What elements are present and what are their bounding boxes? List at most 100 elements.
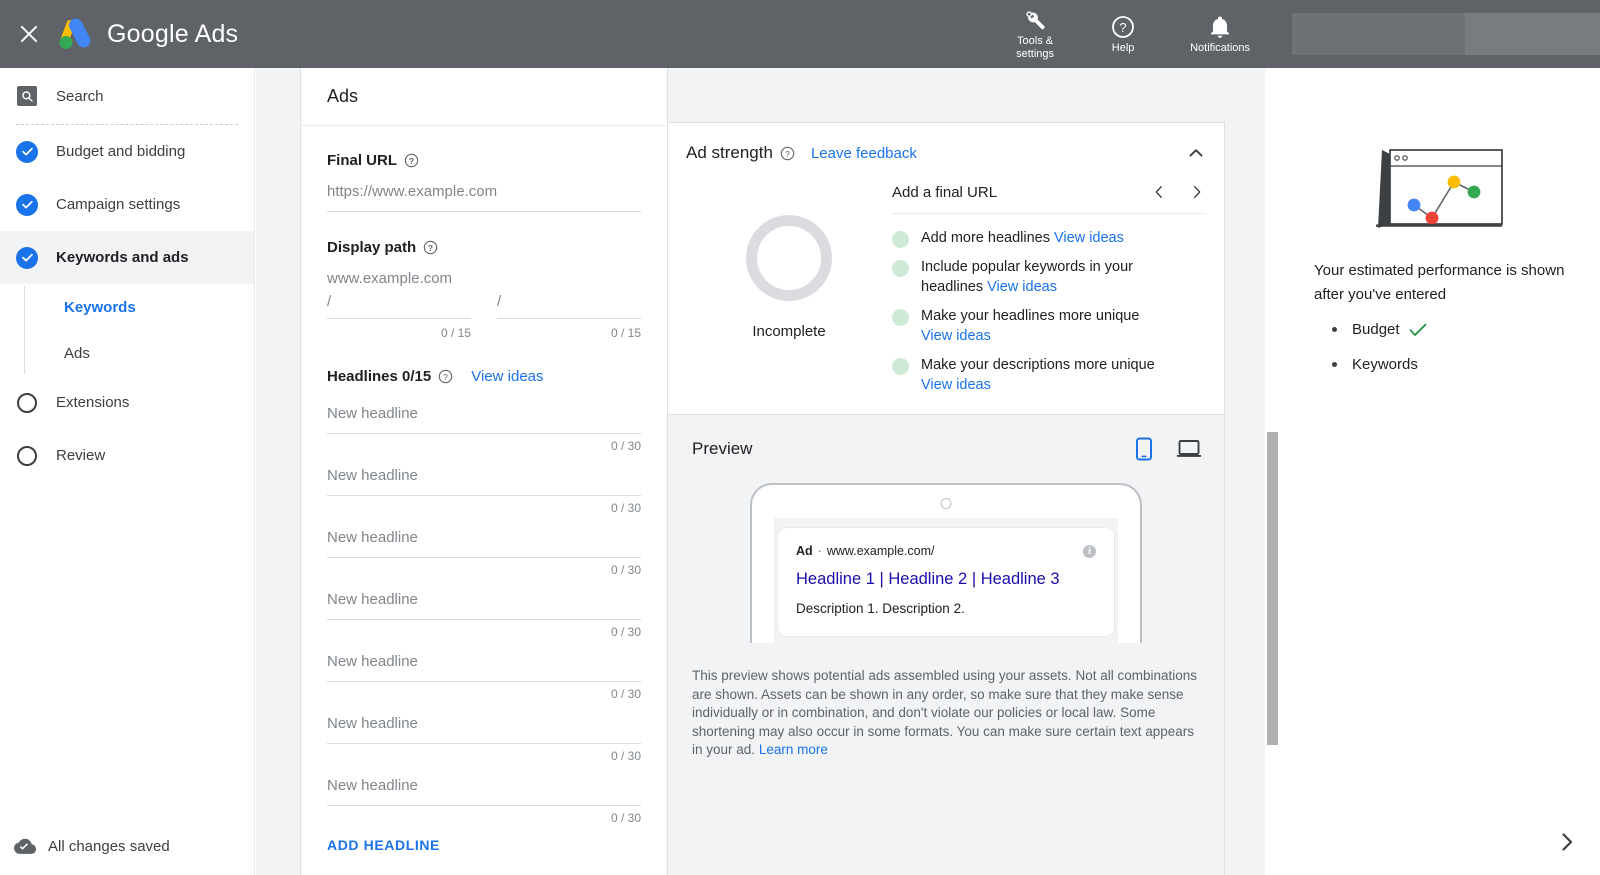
headline-row: New headline 0 / 30 xyxy=(327,391,641,453)
display-path-counter-2: 0 / 15 xyxy=(610,326,641,340)
sidebar-item-campaign-settings[interactable]: Campaign settings xyxy=(0,178,254,231)
svg-text:?: ? xyxy=(785,148,790,158)
close-icon[interactable] xyxy=(16,21,42,47)
sidebar-item-search[interactable]: Search xyxy=(0,68,254,124)
sidebar-item-review[interactable]: Review xyxy=(0,429,254,482)
ads-card-title: Ads xyxy=(301,68,667,126)
help-circle-icon[interactable]: ? xyxy=(438,369,453,384)
slash-label: / xyxy=(497,293,502,310)
suggestion-view-ideas-link[interactable]: View ideas xyxy=(1054,230,1124,246)
suggestion-text: Make your headlines more unique View ide… xyxy=(921,308,1140,344)
headline-row: New headline 0 / 30 xyxy=(327,701,641,763)
notifications-button[interactable]: Notifications xyxy=(1182,14,1258,55)
headline-input[interactable]: New headline xyxy=(327,639,641,682)
list-item: Budget xyxy=(1332,321,1600,338)
chevron-right-icon[interactable] xyxy=(1188,183,1206,201)
help-circle-icon[interactable]: ? xyxy=(423,240,438,255)
check-circle-icon xyxy=(16,246,38,269)
sidebar-item-keywords-and-ads[interactable]: Keywords and ads xyxy=(0,231,254,284)
ad-strength-nav-arrows xyxy=(1150,183,1206,201)
learn-more-link[interactable]: Learn more xyxy=(759,742,828,757)
sidebar-item-extensions[interactable]: Extensions xyxy=(0,376,254,429)
suggestion-text: Include popular keywords in your headlin… xyxy=(921,259,1133,295)
save-status-label: All changes saved xyxy=(48,837,170,855)
sidebar-subitem-label: Ads xyxy=(64,344,90,362)
help-icon: ? xyxy=(1111,14,1135,40)
add-headline-button[interactable]: ADD HEADLINE xyxy=(327,825,641,853)
display-path-input-2[interactable]: / xyxy=(497,289,641,319)
display-path-cell-2: / 0 / 15 xyxy=(497,289,641,340)
suggestion-view-ideas-link[interactable]: View ideas xyxy=(987,279,1057,295)
sidebar-subitem-ads[interactable]: Ads xyxy=(24,330,254,376)
phone-screen: Ad · www.example.com/ i Headline 1 | Hea… xyxy=(774,518,1118,643)
check-circle-icon xyxy=(16,140,38,163)
headline-counter: 0 / 30 xyxy=(610,749,641,763)
slash-label: / xyxy=(327,293,332,310)
ad-strength-ring xyxy=(746,215,832,301)
headline-list: New headline 0 / 30 New headline 0 / 30 New … xyxy=(327,391,641,825)
preview-header: Preview xyxy=(668,415,1224,461)
chart-easel-illustration xyxy=(1376,149,1503,228)
help-circle-icon[interactable]: ? xyxy=(780,146,795,161)
display-path-block: Display path ? www.example.com / 0 / 15 … xyxy=(327,239,641,340)
scrollbar-thumb[interactable] xyxy=(1267,432,1278,745)
headline-counter: 0 / 30 xyxy=(610,501,641,515)
display-path-label: Display path ? xyxy=(327,239,641,256)
display-path-counter-1: 0 / 15 xyxy=(440,326,471,340)
main-content: Ads Final URL ? https://www.example.com … xyxy=(256,68,1280,875)
ad-preview-description: Description 1. Description 2. xyxy=(796,601,965,616)
suggestion-view-ideas-link[interactable]: View ideas xyxy=(921,328,991,344)
tools-and-settings-button[interactable]: Tools & settings xyxy=(1006,7,1064,61)
final-url-input[interactable]: https://www.example.com xyxy=(327,183,641,212)
estimated-performance-list: Budget Keywords xyxy=(1280,307,1600,373)
headline-input[interactable]: New headline xyxy=(327,453,641,496)
help-circle-icon[interactable]: ? xyxy=(404,153,419,168)
desktop-device-icon[interactable] xyxy=(1176,438,1202,460)
ads-card-body: Final URL ? https://www.example.com Disp… xyxy=(301,126,667,875)
suggestion-text: Add more headlines View ideas xyxy=(921,230,1124,246)
account-placeholder xyxy=(1292,13,1465,55)
suggestion-view-ideas-link[interactable]: View ideas xyxy=(921,377,991,393)
ad-separator: · xyxy=(817,544,822,558)
sidebar-item-budget-and-bidding[interactable]: Budget and bidding xyxy=(0,125,254,178)
preview-title: Preview xyxy=(692,439,753,458)
ad-preview-headline[interactable]: Headline 1 | Headline 2 | Headline 3 xyxy=(796,570,1096,589)
ads-form-card: Ads Final URL ? https://www.example.com … xyxy=(300,68,668,875)
ad-strength-card: Ad strength ? Leave feedback Incomplete xyxy=(667,122,1225,431)
headline-row: New headline 0 / 30 xyxy=(327,577,641,639)
headline-input[interactable]: New headline xyxy=(327,391,641,434)
preview-card: Preview Ad · www.example.com/ i Headline… xyxy=(667,414,1225,875)
display-path-input-1[interactable]: / xyxy=(327,289,471,319)
chevron-up-icon[interactable] xyxy=(1186,143,1206,163)
headlines-view-ideas-link[interactable]: View ideas xyxy=(471,368,543,385)
headline-input[interactable]: New headline xyxy=(327,701,641,744)
tools-and-settings-label: Tools & settings xyxy=(1016,35,1055,60)
sidebar-item-label: Budget and bidding xyxy=(56,143,186,160)
chevron-left-icon[interactable] xyxy=(1150,183,1168,201)
suggestion-item: Include popular keywords in your headlin… xyxy=(892,257,1206,297)
suggestion-status-dot-icon xyxy=(892,260,909,277)
headline-input[interactable]: New headline xyxy=(327,515,641,558)
google-ads-logo-icon xyxy=(56,17,94,51)
cloud-done-icon xyxy=(14,838,36,855)
headline-input[interactable]: New headline xyxy=(327,577,641,620)
final-url-label-text: Final URL xyxy=(327,152,397,169)
suggestion-list: Add more headlines View ideas Include pop… xyxy=(892,214,1206,395)
app-title: Google Ads xyxy=(107,19,239,48)
empty-circle-icon xyxy=(16,445,38,467)
check-circle-icon xyxy=(16,193,38,216)
mobile-device-icon[interactable] xyxy=(1134,437,1154,461)
info-icon[interactable]: i xyxy=(1083,544,1096,558)
leave-feedback-link[interactable]: Leave feedback xyxy=(811,145,917,162)
ad-preview-card: Ad · www.example.com/ i Headline 1 | Hea… xyxy=(778,528,1114,636)
help-button[interactable]: ? Help xyxy=(1094,14,1152,55)
performance-illustration xyxy=(1280,68,1600,232)
suggestion-text: Make your descriptions more unique View … xyxy=(921,357,1155,393)
ad-strength-suggestions-panel: Add a final URL Add more headlines View … xyxy=(892,175,1206,404)
next-step-button[interactable] xyxy=(1556,831,1578,853)
headline-input[interactable]: New headline xyxy=(327,763,641,806)
sidebar-subitem-keywords[interactable]: Keywords xyxy=(24,284,254,330)
ad-strength-header: Ad strength ? Leave feedback xyxy=(668,123,1224,163)
headline-row: New headline 0 / 30 xyxy=(327,515,641,577)
vertical-scrollbar[interactable] xyxy=(1265,68,1280,875)
